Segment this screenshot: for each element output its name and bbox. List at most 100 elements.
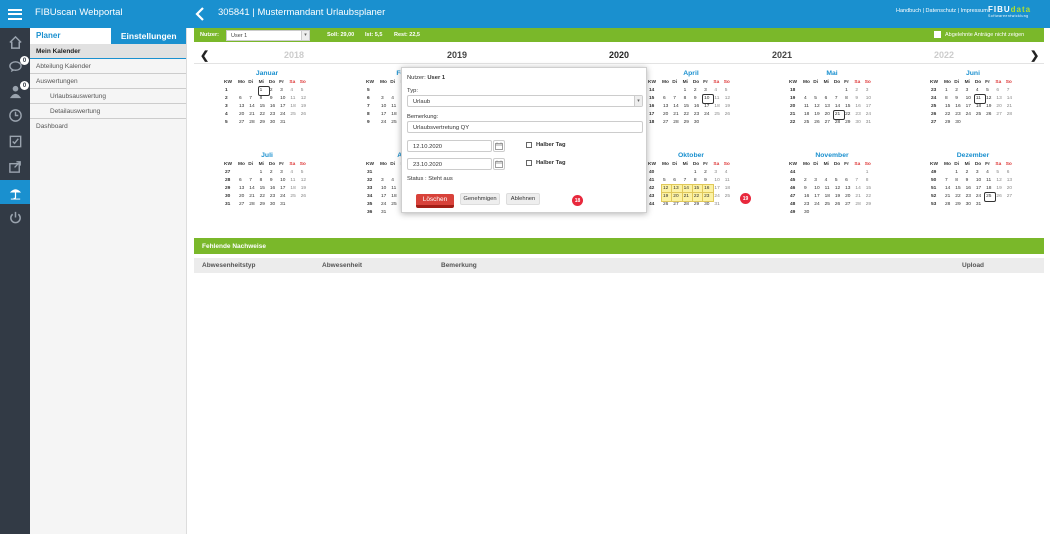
day-cell[interactable]: 22 bbox=[259, 111, 269, 119]
day-cell[interactable]: 11 bbox=[390, 185, 400, 193]
day-cell[interactable]: 10 bbox=[380, 103, 390, 111]
day-cell[interactable]: 1 bbox=[259, 169, 269, 177]
day-cell[interactable]: 8 bbox=[683, 95, 693, 103]
day-cell[interactable]: 12 bbox=[813, 103, 823, 111]
day-cell[interactable]: 20 bbox=[995, 103, 1005, 111]
vacation-umbrella-icon[interactable] bbox=[0, 180, 30, 204]
day-cell[interactable]: 13 bbox=[238, 185, 248, 193]
approve-button[interactable]: Genehmigen bbox=[460, 193, 500, 205]
day-cell[interactable]: 13 bbox=[995, 95, 1005, 103]
delete-button[interactable]: Löschen bbox=[416, 194, 454, 208]
day-cell[interactable]: 20 bbox=[1006, 185, 1016, 193]
day-cell[interactable]: 12 bbox=[300, 177, 310, 185]
day-cell[interactable]: 5 bbox=[834, 177, 844, 185]
day-cell[interactable]: 24 bbox=[975, 193, 985, 201]
day-cell[interactable]: 1 bbox=[865, 169, 875, 177]
day-cell[interactable]: 19 bbox=[995, 185, 1005, 193]
day-cell[interactable]: 17 bbox=[975, 185, 985, 193]
day-cell[interactable]: 13 bbox=[844, 185, 854, 193]
home-icon[interactable] bbox=[0, 31, 30, 53]
day-cell[interactable]: 9 bbox=[965, 177, 975, 185]
day-cell[interactable]: 5 bbox=[985, 87, 995, 95]
day-cell[interactable]: 23 bbox=[269, 193, 279, 201]
day-cell[interactable]: 29 bbox=[844, 119, 854, 127]
next-year-arrow-icon[interactable]: ❯ bbox=[1030, 49, 1039, 62]
day-cell[interactable]: 15 bbox=[954, 185, 964, 193]
day-cell[interactable]: 19 bbox=[724, 103, 734, 111]
day-cell[interactable]: 27 bbox=[844, 201, 854, 209]
day-cell[interactable]: 7 bbox=[672, 95, 682, 103]
day-cell[interactable]: 29 bbox=[683, 119, 693, 127]
day-cell[interactable]: 3 bbox=[380, 95, 390, 103]
day-cell[interactable]: 30 bbox=[703, 201, 713, 209]
day-cell[interactable]: 31 bbox=[279, 201, 289, 209]
day-cell[interactable]: 22 bbox=[692, 192, 704, 202]
checklist-icon[interactable] bbox=[0, 130, 30, 152]
day-cell[interactable]: 16 bbox=[693, 103, 703, 111]
day-cell[interactable]: 24 bbox=[380, 201, 390, 209]
share-icon[interactable] bbox=[0, 155, 30, 177]
day-cell[interactable]: 12 bbox=[724, 95, 734, 103]
day-cell[interactable]: 12 bbox=[834, 185, 844, 193]
day-cell[interactable]: 6 bbox=[672, 177, 682, 185]
day-cell[interactable]: 3 bbox=[975, 169, 985, 177]
day-cell[interactable]: 25 bbox=[390, 119, 400, 127]
day-cell[interactable]: 8 bbox=[865, 177, 875, 185]
day-cell[interactable]: 5 bbox=[724, 87, 734, 95]
tab-planer[interactable]: Planer bbox=[30, 28, 112, 44]
sidebar-item-mein-kalender[interactable]: Mein Kalender bbox=[30, 44, 186, 59]
day-cell[interactable]: 21 bbox=[854, 193, 864, 201]
day-cell[interactable]: 9 bbox=[803, 185, 813, 193]
day-cell[interactable]: 24 bbox=[813, 201, 823, 209]
day-cell[interactable]: 23 bbox=[854, 111, 864, 119]
day-cell[interactable]: 15 bbox=[259, 103, 269, 111]
day-cell[interactable]: 4 bbox=[289, 169, 299, 177]
day-cell[interactable]: 9 bbox=[269, 95, 279, 103]
day-cell[interactable]: 4 bbox=[289, 87, 299, 95]
halber-tag-to-checkbox[interactable] bbox=[526, 160, 532, 166]
day-cell[interactable]: 10 bbox=[813, 185, 823, 193]
day-cell[interactable]: 18 bbox=[390, 111, 400, 119]
day-cell[interactable]: 31 bbox=[713, 201, 723, 209]
day-cell[interactable]: 19 bbox=[300, 103, 310, 111]
day-cell[interactable]: 18 bbox=[975, 103, 985, 111]
day-cell[interactable]: 18 bbox=[824, 193, 834, 201]
day-cell[interactable]: 28 bbox=[944, 201, 954, 209]
day-cell[interactable]: 3 bbox=[279, 87, 289, 95]
day-cell[interactable]: 25 bbox=[803, 119, 813, 127]
day-cell[interactable]: 24 bbox=[279, 111, 289, 119]
day-cell[interactable]: 12 bbox=[985, 95, 995, 103]
day-cell[interactable]: 30 bbox=[954, 119, 964, 127]
day-cell[interactable]: 25 bbox=[984, 192, 996, 202]
day-cell[interactable]: 8 bbox=[259, 95, 269, 103]
day-cell[interactable]: 6 bbox=[824, 95, 834, 103]
day-cell[interactable]: 11 bbox=[824, 185, 834, 193]
day-cell[interactable]: 8 bbox=[944, 95, 954, 103]
day-cell[interactable]: 22 bbox=[683, 111, 693, 119]
day-cell[interactable]: 17 bbox=[279, 103, 289, 111]
day-cell[interactable]: 17 bbox=[380, 193, 390, 201]
day-cell[interactable]: 17 bbox=[813, 193, 823, 201]
day-cell[interactable]: 13 bbox=[238, 103, 248, 111]
day-cell[interactable]: 8 bbox=[844, 95, 854, 103]
day-cell[interactable]: 18 bbox=[289, 103, 299, 111]
day-cell[interactable]: 16 bbox=[954, 103, 964, 111]
day-cell[interactable]: 20 bbox=[824, 111, 834, 119]
day-cell[interactable]: 4 bbox=[390, 177, 400, 185]
day-cell[interactable]: 17 bbox=[865, 103, 875, 111]
day-cell[interactable]: 5 bbox=[300, 169, 310, 177]
day-cell[interactable]: 1 bbox=[944, 87, 954, 95]
day-cell[interactable]: 25 bbox=[724, 193, 734, 201]
day-cell[interactable]: 18 bbox=[724, 185, 734, 193]
day-cell[interactable]: 30 bbox=[693, 119, 703, 127]
day-cell[interactable]: 27 bbox=[672, 201, 682, 209]
day-cell[interactable]: 16 bbox=[702, 184, 714, 194]
day-cell[interactable]: 10 bbox=[702, 94, 714, 104]
day-cell[interactable]: 16 bbox=[965, 185, 975, 193]
header-links[interactable]: Handbuch | Datenschutz | Impressum bbox=[896, 8, 988, 14]
day-cell[interactable]: 23 bbox=[702, 192, 714, 202]
day-cell[interactable]: 14 bbox=[248, 185, 258, 193]
day-cell[interactable]: 11 bbox=[713, 95, 723, 103]
nutzer-select[interactable]: User 1 ▾ bbox=[226, 29, 310, 41]
day-cell[interactable]: 12 bbox=[661, 184, 673, 194]
